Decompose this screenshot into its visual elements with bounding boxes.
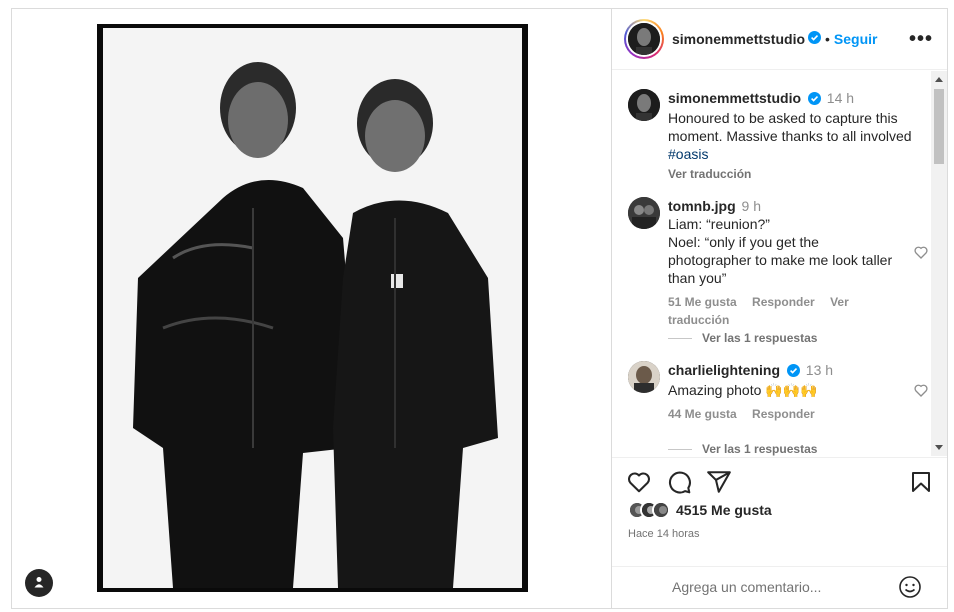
comment-username[interactable]: charlielightening — [668, 362, 780, 378]
post-timestamp: Hace 14 horas — [628, 528, 700, 540]
verified-icon — [786, 363, 800, 381]
comment-text-line: Noel: “only if you get the photographer … — [668, 234, 893, 286]
view-replies[interactable]: Ver las 1 respuestas — [668, 442, 817, 456]
add-comment-bar — [612, 566, 947, 606]
photo-border — [97, 24, 528, 592]
commenter-avatar[interactable] — [628, 197, 660, 229]
emoji-icon[interactable] — [898, 575, 922, 602]
follow-button[interactable]: Seguir — [834, 31, 878, 47]
comment-time: 9 h — [741, 198, 762, 214]
user-tag-icon — [33, 575, 45, 591]
author-username[interactable]: simonemmettstudio — [672, 31, 805, 47]
heart-icon[interactable] — [913, 382, 929, 401]
comment-text-line: Liam: “reunion?” — [668, 216, 770, 232]
bookmark-icon[interactable] — [909, 469, 933, 498]
scroll-up-arrow[interactable] — [935, 77, 943, 82]
author-avatar — [628, 23, 660, 55]
liker-avatar — [652, 501, 670, 519]
hashtag-link[interactable]: #oasis — [668, 146, 708, 162]
translate-link[interactable]: Ver traducción — [668, 165, 918, 183]
likes-count[interactable]: 4515 Me gusta — [676, 502, 772, 518]
comment-item: tomnb.jpg 9 h Liam: “reunion?” Noel: “on… — [628, 197, 918, 329]
author-story-ring[interactable] — [624, 19, 664, 59]
post-card: simonemmettstudio • Seguir ••• simonemme… — [11, 8, 948, 609]
reply-button[interactable]: Responder — [752, 295, 815, 309]
separator-dot: • — [825, 31, 830, 47]
post-photo[interactable] — [103, 28, 522, 588]
scroll-thumb[interactable] — [934, 89, 944, 164]
comment-likes[interactable]: 44 Me gusta — [668, 407, 737, 421]
post-media — [12, 9, 612, 608]
likes-summary[interactable]: 4515 Me gusta — [628, 501, 772, 519]
heart-icon[interactable] — [626, 469, 652, 498]
author-avatar[interactable] — [628, 89, 660, 121]
divider — [668, 448, 692, 450]
view-replies[interactable]: Ver las 1 respuestas — [668, 331, 817, 345]
commenter-avatar[interactable] — [628, 361, 660, 393]
verified-icon — [808, 31, 822, 47]
comment-icon[interactable] — [666, 469, 692, 498]
post-sidebar: simonemmettstudio • Seguir ••• simonemme… — [612, 9, 947, 608]
view-replies-label: Ver las 1 respuestas — [702, 331, 818, 345]
comment-item: charlielightening 13 h Amazing photo 🙌🙌🙌… — [628, 361, 918, 423]
comments-scrollbar[interactable] — [931, 71, 947, 456]
post-actions: 4515 Me gusta Hace 14 horas — [612, 457, 947, 607]
comment-username[interactable]: tomnb.jpg — [668, 198, 736, 214]
comment-time: 13 h — [805, 362, 834, 378]
verified-icon — [807, 91, 821, 109]
comment-likes[interactable]: 51 Me gusta — [668, 295, 737, 309]
divider — [668, 337, 692, 339]
comment-text: Amazing photo 🙌🙌🙌 — [668, 382, 818, 398]
view-replies-label: Ver las 1 respuestas — [702, 442, 818, 456]
comment-input[interactable] — [672, 578, 892, 595]
heart-icon[interactable] — [913, 244, 929, 263]
more-icon[interactable]: ••• — [909, 28, 933, 51]
caption: simonemmettstudio 14 h Honoured to be as… — [628, 89, 918, 183]
user-tag-button[interactable] — [25, 569, 53, 597]
caption-text: Honoured to be asked to capture this mom… — [668, 110, 912, 144]
share-icon[interactable] — [706, 469, 732, 498]
photo-illustration — [103, 28, 522, 588]
scroll-down-arrow[interactable] — [935, 445, 943, 450]
reply-button[interactable]: Responder — [752, 407, 815, 421]
caption-username[interactable]: simonemmettstudio — [668, 90, 801, 106]
comments-list: simonemmettstudio 14 h Honoured to be as… — [612, 71, 947, 456]
post-header: simonemmettstudio • Seguir ••• — [612, 9, 947, 70]
caption-time: 14 h — [826, 90, 855, 106]
